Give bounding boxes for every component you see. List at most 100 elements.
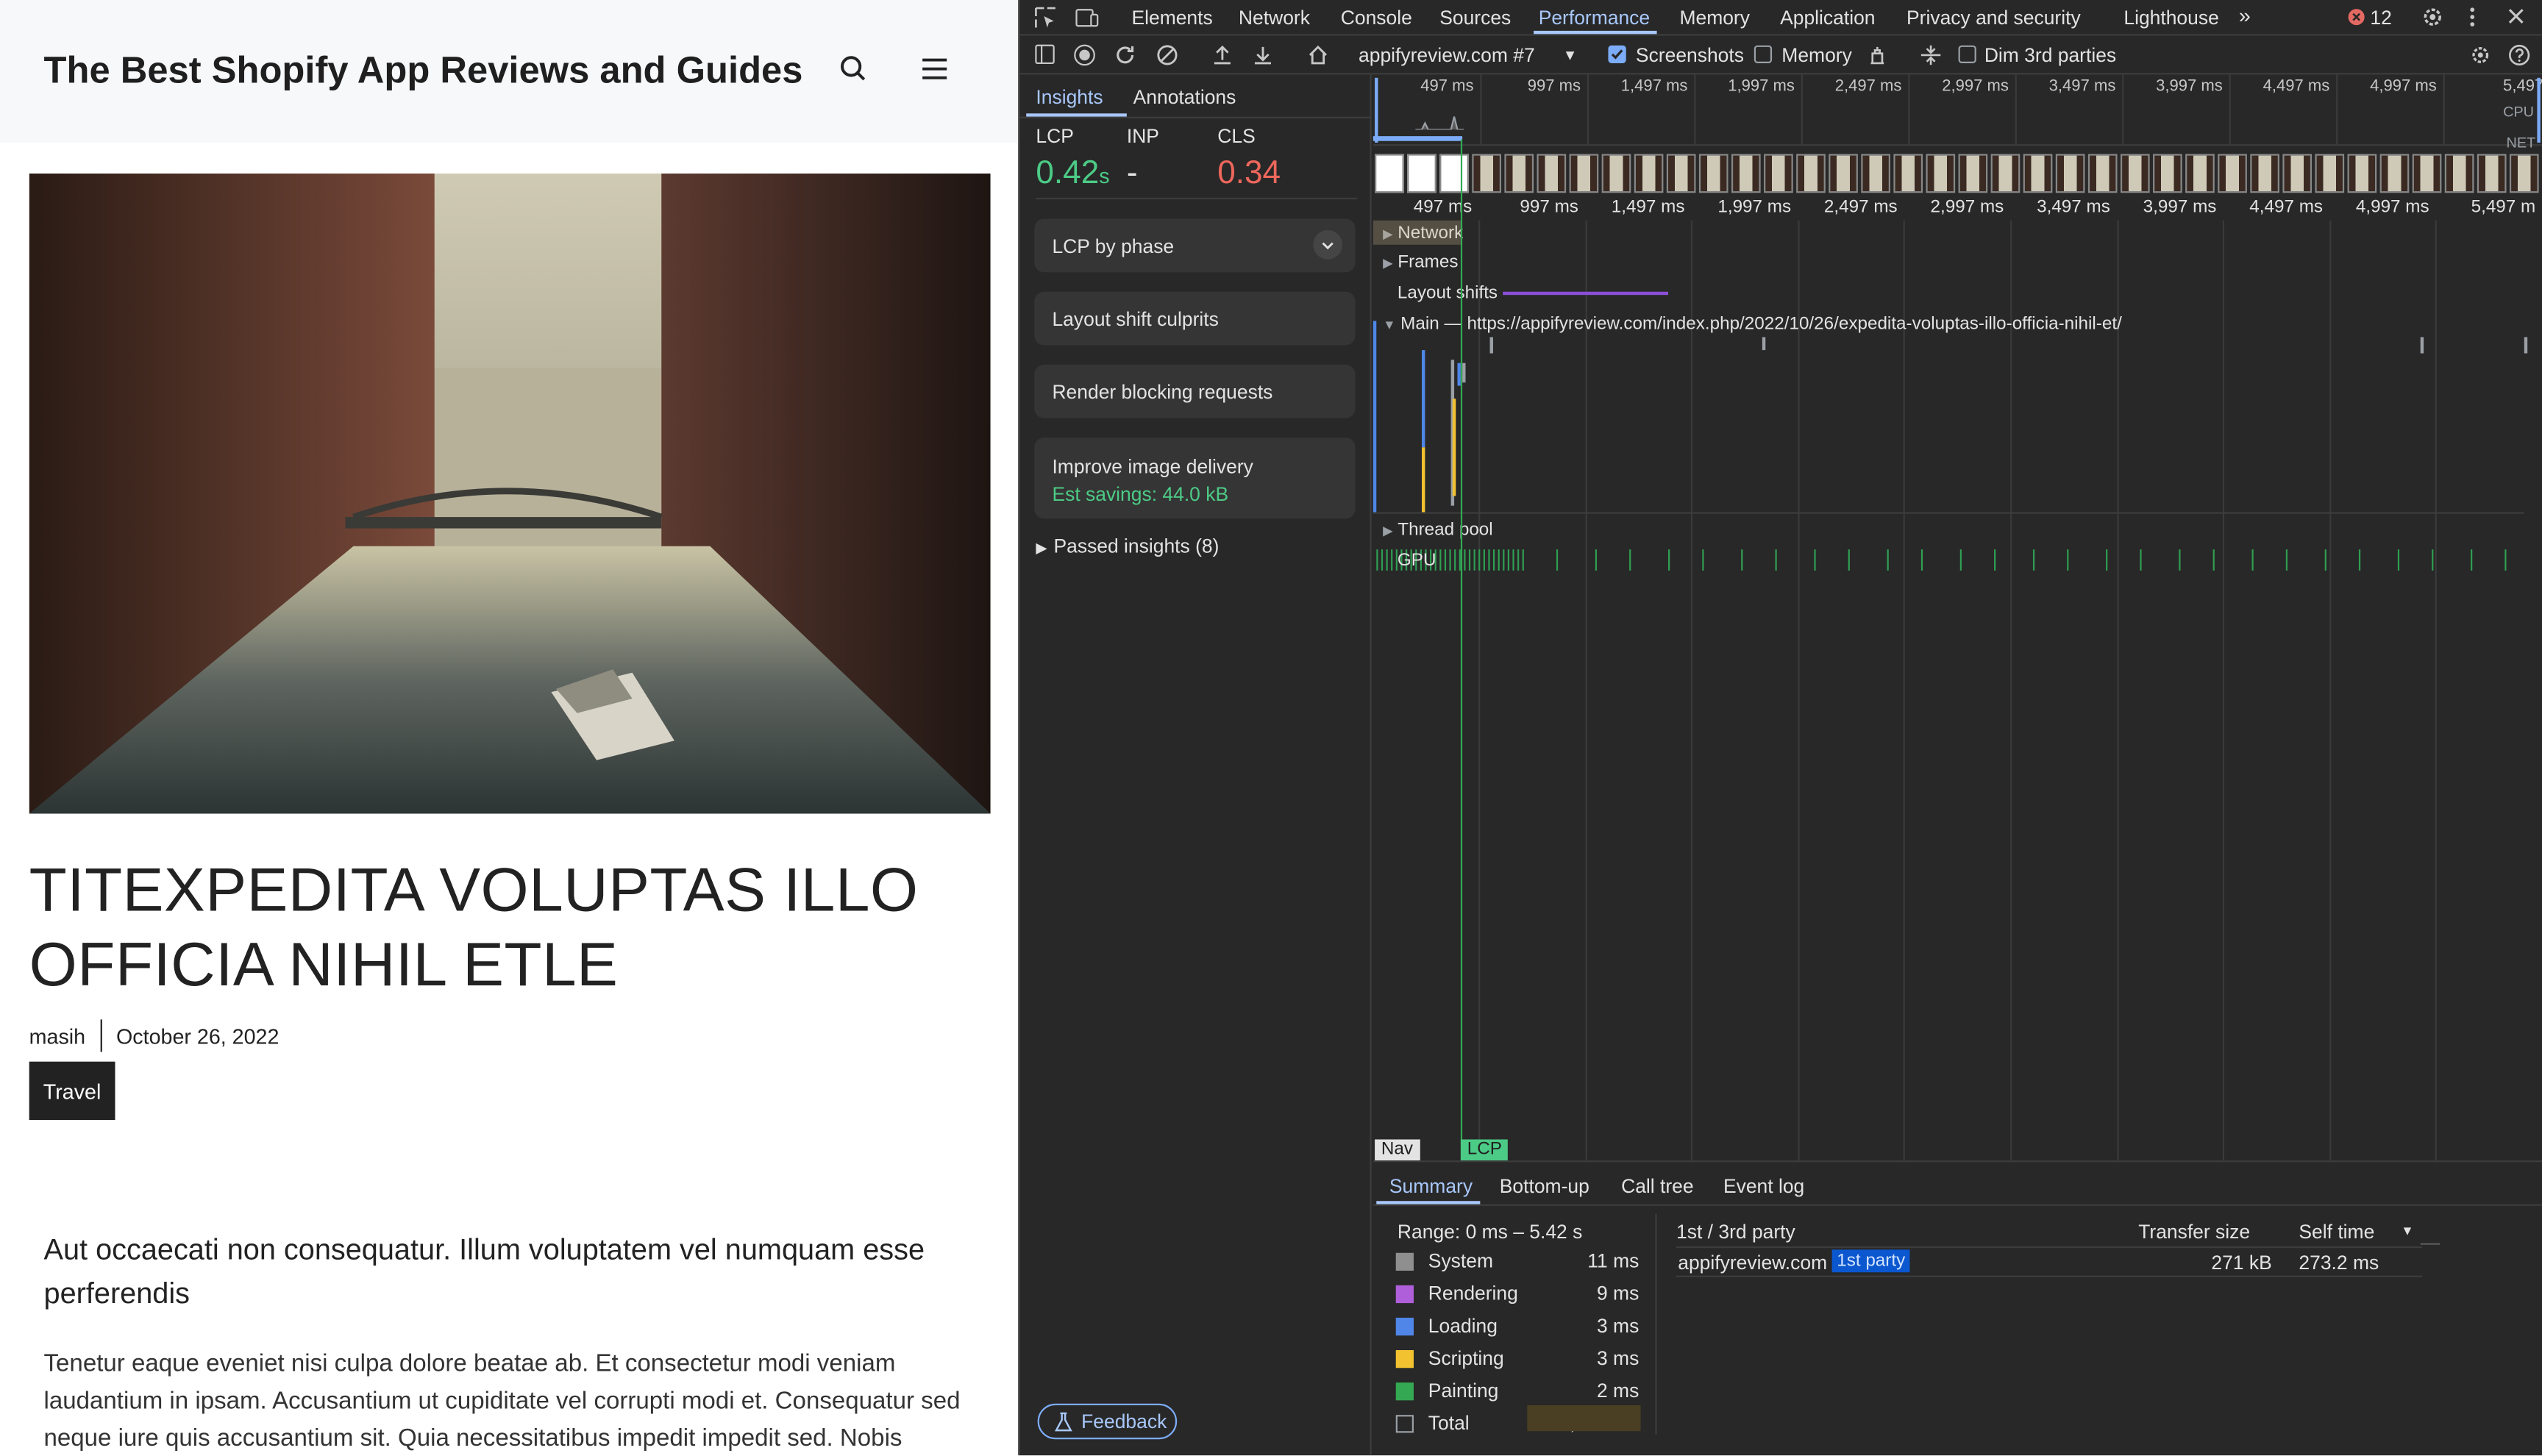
gpu-task[interactable] <box>1503 549 1505 571</box>
close-devtools-icon[interactable] <box>2507 7 2526 31</box>
screenshot-thumbnail[interactable] <box>1731 154 1761 193</box>
screenshot-thumbnail[interactable] <box>1698 154 1729 193</box>
gpu-task[interactable] <box>1920 549 1923 571</box>
tab-event-log[interactable]: Event log <box>1723 1175 1804 1198</box>
upload-icon[interactable] <box>1211 44 1233 71</box>
insight-image-delivery[interactable]: Improve image delivery Est savings: 44.0… <box>1034 438 1356 519</box>
memory-label[interactable]: Memory <box>1781 44 1852 67</box>
main-thread-task[interactable] <box>1489 337 1493 354</box>
tab-memory[interactable]: Memory <box>1679 7 1750 29</box>
feedback-button[interactable]: Feedback <box>1037 1403 1178 1440</box>
gpu-task[interactable] <box>1468 549 1471 571</box>
screenshot-thumbnail[interactable] <box>2477 154 2507 193</box>
main-thread-task[interactable] <box>2420 337 2424 354</box>
download-icon[interactable] <box>1252 44 1275 71</box>
tab-network[interactable]: Network <box>1239 7 1310 29</box>
main-thread-task[interactable] <box>2524 337 2528 354</box>
gpu-task[interactable] <box>1483 549 1485 571</box>
more-options-icon[interactable] <box>2468 5 2477 35</box>
gpu-task[interactable] <box>1376 549 1378 571</box>
layout-shift-cluster[interactable] <box>1503 291 1669 296</box>
gpu-task[interactable] <box>1512 549 1514 571</box>
more-tabs-icon[interactable]: » <box>2239 3 2251 27</box>
tab-console[interactable]: Console <box>1341 7 1412 29</box>
main-thread-task[interactable] <box>1421 350 1425 448</box>
screenshot-thumbnail[interactable] <box>2509 154 2539 193</box>
gpu-task[interactable] <box>1775 549 1777 571</box>
tab-application[interactable]: Application <box>1780 7 1875 29</box>
screenshot-thumbnail[interactable] <box>1666 154 1696 193</box>
site-title[interactable]: The Best Shopify App Reviews and Guides <box>44 49 803 93</box>
device-toolbar-icon[interactable] <box>1075 7 1099 34</box>
toggle-sidebar-icon[interactable] <box>1034 44 1055 70</box>
gpu-task[interactable] <box>1629 549 1631 571</box>
dim-3rd-parties-checkbox[interactable] <box>1958 45 1976 63</box>
screenshot-thumbnail[interactable] <box>1926 154 1956 193</box>
gpu-task[interactable] <box>2212 549 2215 571</box>
lcp-marker[interactable]: LCP <box>1460 1139 1509 1161</box>
gpu-task[interactable] <box>1444 549 1447 571</box>
screenshot-thumbnail[interactable] <box>1990 154 2021 193</box>
screenshot-thumbnail[interactable] <box>2055 154 2085 193</box>
main-thread-task[interactable] <box>1452 399 1456 496</box>
screenshot-thumbnail[interactable] <box>1634 154 1664 193</box>
dim-3rd-parties-label[interactable]: Dim 3rd parties <box>1984 44 2116 67</box>
screenshot-thumbnail[interactable] <box>1829 154 1858 193</box>
capture-gear-icon[interactable] <box>2469 44 2492 71</box>
party-entity-name[interactable]: appifyreview.com <box>1678 1252 1827 1274</box>
screenshot-thumbnail[interactable] <box>1861 154 1890 193</box>
tab-bottom-up[interactable]: Bottom-up <box>1500 1175 1589 1198</box>
screenshot-thumbnail[interactable] <box>2282 154 2313 193</box>
gpu-task[interactable] <box>2285 549 2288 571</box>
gpu-task[interactable] <box>1449 549 1451 571</box>
gpu-task[interactable] <box>1386 549 1388 571</box>
screenshot-thumbnail[interactable] <box>2087 154 2118 193</box>
gpu-task[interactable] <box>1595 549 1598 571</box>
gpu-task[interactable] <box>1848 549 1850 571</box>
screenshot-thumbnail[interactable] <box>2218 154 2247 193</box>
screenshot-thumbnail[interactable] <box>1537 154 1567 193</box>
tab-annotations[interactable]: Annotations <box>1133 86 1236 109</box>
screenshot-thumbnail[interactable] <box>2315 154 2345 193</box>
main-thread-task[interactable] <box>1762 337 1766 351</box>
gpu-task[interactable] <box>1556 549 1559 571</box>
gpu-task[interactable] <box>1814 549 1816 571</box>
settings-gear-icon[interactable] <box>2421 5 2445 35</box>
screenshot-thumbnail[interactable] <box>1764 154 1793 193</box>
gpu-task[interactable] <box>1454 549 1456 571</box>
screenshot-thumbnail[interactable] <box>2120 154 2150 193</box>
home-icon[interactable] <box>1307 44 1330 71</box>
insight-render-blocking[interactable]: Render blocking requests <box>1034 364 1356 418</box>
gpu-task[interactable] <box>1959 549 1962 571</box>
tab-lighthouse[interactable]: Lighthouse <box>2123 7 2218 29</box>
screenshot-thumbnail[interactable] <box>1504 154 1534 193</box>
gpu-task[interactable] <box>2397 549 2400 571</box>
recording-select[interactable]: appifyreview.com #7 <box>1359 44 1535 67</box>
gpu-task[interactable] <box>2032 549 2035 571</box>
main-track-header[interactable]: ▼ Main — https://appifyreview.com/index.p… <box>1383 315 2122 334</box>
overview-right-handle[interactable] <box>2537 77 2541 143</box>
tab-insights[interactable]: Insights <box>1036 86 1103 109</box>
gpu-task[interactable] <box>1887 549 1889 571</box>
gpu-task[interactable] <box>2324 549 2326 571</box>
error-count[interactable]: 12 <box>2370 7 2391 29</box>
chevron-down-icon[interactable] <box>1313 229 1342 260</box>
clear-icon[interactable] <box>1156 44 1179 71</box>
reload-record-icon[interactable] <box>1114 44 1136 71</box>
error-icon[interactable] <box>2348 8 2365 31</box>
gpu-task[interactable] <box>2106 549 2108 571</box>
lcp-value[interactable]: 0.42s <box>1036 156 1109 193</box>
help-icon[interactable] <box>2508 44 2531 71</box>
capture-settings-icon[interactable] <box>1920 44 1943 71</box>
transfer-size-header[interactable]: Transfer size <box>2138 1221 2250 1243</box>
screenshot-thumbnail[interactable] <box>1375 154 1404 193</box>
gpu-task[interactable] <box>1517 549 1520 571</box>
screenshot-thumbnail[interactable] <box>2412 154 2442 193</box>
passed-insights-toggle[interactable]: ▶ Passed insights (8) <box>1036 535 1219 557</box>
nav-marker[interactable]: Nav <box>1375 1139 1420 1161</box>
screenshots-checkbox[interactable] <box>1608 45 1626 63</box>
timeline-panel[interactable]: 497 ms 997 ms 1,497 ms 1,997 ms 2,497 ms 2,99… <box>1373 74 2542 1161</box>
screenshot-thumbnail[interactable] <box>2444 154 2474 193</box>
gpu-task[interactable] <box>2251 549 2254 571</box>
gpu-task[interactable] <box>1478 549 1481 571</box>
